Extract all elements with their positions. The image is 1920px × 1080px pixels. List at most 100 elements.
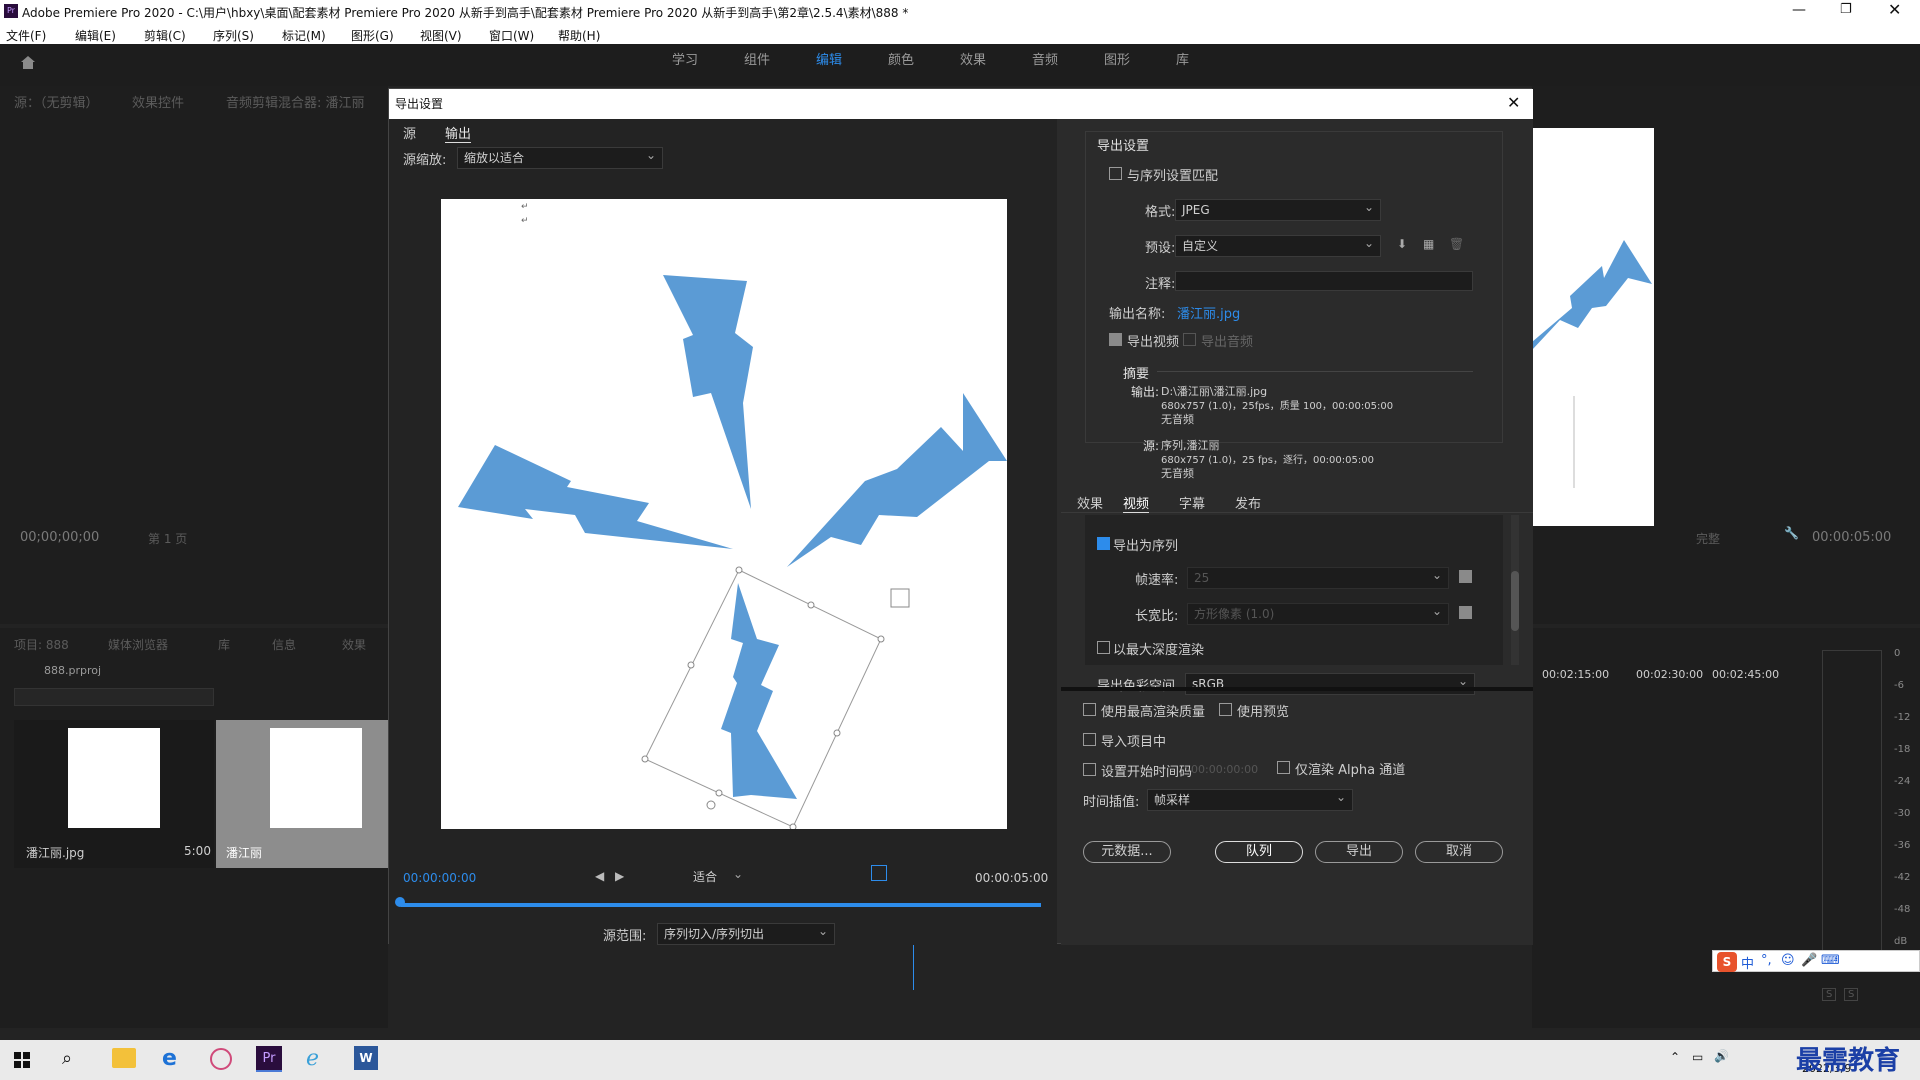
premiere-taskbar-icon[interactable]: Pr (256, 1046, 282, 1072)
export-button[interactable]: 导出 (1315, 841, 1403, 863)
workspace-tab-3[interactable]: 颜色 (888, 44, 914, 86)
comment-input[interactable] (1175, 271, 1473, 291)
fit-select[interactable]: 适合 (687, 864, 749, 889)
project-tab-1[interactable]: 媒体浏览器 (108, 636, 168, 653)
set-start-tc-checkbox[interactable] (1083, 763, 1096, 776)
menu-item-1[interactable]: 编辑(E) (75, 27, 116, 44)
workspace-tab-7[interactable]: 库 (1176, 44, 1189, 86)
playhead-timecode[interactable]: 00:00:00:00 (403, 871, 476, 885)
export-audio-checkbox[interactable] (1183, 333, 1196, 346)
tab-captions[interactable]: 字幕 (1179, 493, 1205, 512)
alpha-only-checkbox[interactable] (1277, 761, 1290, 774)
search-icon[interactable]: ⌕ (62, 1048, 72, 1069)
import-project-checkbox[interactable] (1083, 733, 1096, 746)
tray-up-icon[interactable]: ⌃ (1670, 1050, 1680, 1064)
export-as-sequence-checkbox[interactable] (1097, 537, 1110, 550)
source-scale-select[interactable]: 缩放以适合 (457, 145, 663, 169)
output-name-link[interactable]: 潘江丽.jpg (1177, 303, 1240, 322)
tab-video[interactable]: 视频 (1123, 493, 1150, 513)
scrub-start-handle[interactable] (395, 897, 405, 907)
aspect-checkbox[interactable] (1459, 606, 1472, 619)
export-settings-header[interactable]: 导出设置 (1097, 135, 1149, 154)
crop-icon[interactable] (871, 865, 887, 881)
menu-item-8[interactable]: 帮助(H) (558, 27, 600, 44)
preset-select[interactable]: 自定义 (1175, 233, 1381, 257)
dialog-close-button[interactable]: ✕ (1507, 93, 1520, 112)
use-previews-checkbox[interactable] (1219, 703, 1232, 716)
workspace-tab-0[interactable]: 学习 (672, 44, 698, 86)
delete-preset-icon[interactable]: 🗑 (1449, 237, 1464, 251)
menu-item-0[interactable]: 文件(F) (6, 27, 46, 44)
ime-item-0[interactable]: 中 (1741, 953, 1754, 972)
minimize-button[interactable]: — (1792, 2, 1806, 18)
max-quality-checkbox[interactable] (1083, 703, 1096, 716)
mark-in-icon[interactable]: ◀ (595, 869, 604, 883)
paint-app-icon[interactable] (210, 1048, 232, 1070)
edge-icon[interactable]: e (162, 1046, 177, 1071)
menu-item-4[interactable]: 标记(M) (282, 27, 326, 44)
quality-select[interactable]: 完整 (1696, 530, 1720, 547)
aspect-select[interactable]: 方形像素 (1.0) (1187, 601, 1449, 625)
project-item-1[interactable]: 潘江丽.jpg 5:00 (14, 720, 214, 868)
audio-mixer-tab[interactable]: 音频剪辑混合器: 潘江丽 (226, 92, 365, 111)
project-tab-2[interactable]: 库 (218, 636, 230, 653)
tab-source[interactable]: 源 (403, 123, 416, 142)
project-search-input[interactable] (14, 688, 214, 706)
max-depth-checkbox[interactable] (1097, 641, 1110, 654)
meter-solo-button[interactable]: S (1844, 988, 1859, 1001)
workspace-tab-5[interactable]: 音频 (1032, 44, 1058, 86)
ime-item-2[interactable]: ☺ (1781, 953, 1795, 968)
word-icon[interactable]: W (354, 1046, 378, 1070)
network-icon[interactable]: ▭ (1692, 1050, 1703, 1064)
source-tab[interactable]: 源：（无剪辑） (14, 92, 99, 111)
project-item-2[interactable]: 潘江丽 (216, 720, 388, 868)
interp-select[interactable]: 帧采样 (1147, 787, 1353, 811)
meter-solo-button[interactable]: S (1822, 988, 1837, 1001)
source-timecode[interactable]: 00;00;00;00 (20, 530, 99, 545)
framerate-checkbox[interactable] (1459, 570, 1472, 583)
workspace-tab-1[interactable]: 组件 (744, 44, 770, 86)
menu-item-2[interactable]: 剪辑(C) (144, 27, 186, 44)
effect-controls-tab[interactable]: 效果控件 (132, 92, 184, 111)
tab-effects[interactable]: 效果 (1077, 493, 1103, 512)
workspace-tab-6[interactable]: 图形 (1104, 44, 1130, 86)
project-tab-0[interactable]: 项目: 888 (14, 636, 69, 653)
ime-item-3[interactable]: 🎤 (1801, 953, 1817, 968)
cancel-button[interactable]: 取消 (1415, 841, 1503, 863)
workspace-tab-2[interactable]: 编辑 (816, 44, 842, 86)
ie-icon[interactable]: ℯ (306, 1046, 319, 1071)
tab-output[interactable]: 输出 (445, 123, 472, 143)
menu-item-6[interactable]: 视图(V) (420, 27, 462, 44)
format-select[interactable]: JPEG (1175, 197, 1381, 221)
workspace-tab-4[interactable]: 效果 (960, 44, 986, 86)
page-select[interactable]: 第 1 页 (148, 530, 187, 547)
match-sequence-checkbox[interactable] (1109, 167, 1122, 180)
mark-out-icon[interactable]: ▶ (615, 869, 624, 883)
program-timecode[interactable]: 00:00:05:00 (1812, 530, 1891, 545)
file-explorer-icon[interactable] (112, 1048, 136, 1068)
restore-button[interactable]: ❐ (1840, 2, 1852, 17)
project-tab-3[interactable]: 信息 (272, 636, 296, 653)
menu-item-5[interactable]: 图形(G) (351, 27, 394, 44)
ime-item-4[interactable]: ⌨ (1821, 953, 1840, 968)
volume-icon[interactable]: 🔊 (1714, 1049, 1729, 1063)
windows-start-icon[interactable] (14, 1052, 30, 1068)
tab-publish[interactable]: 发布 (1235, 493, 1261, 512)
project-tab-4[interactable]: 效果 (342, 636, 366, 653)
framerate-select[interactable]: 25 (1187, 565, 1449, 589)
timeline-playhead[interactable] (913, 945, 914, 990)
start-tc-value[interactable]: 00:00:00:00 (1191, 763, 1258, 776)
metadata-button[interactable]: 元数据... (1083, 841, 1171, 863)
menu-item-7[interactable]: 窗口(W) (489, 27, 534, 44)
source-range-select[interactable]: 序列切入/序列切出 (657, 921, 835, 945)
colorspace-select[interactable]: sRGB (1185, 671, 1475, 695)
menu-item-3[interactable]: 序列(S) (213, 27, 254, 44)
export-video-checkbox[interactable] (1109, 333, 1122, 346)
scrub-bar[interactable] (401, 903, 1041, 907)
scrollbar-thumb[interactable] (1511, 571, 1519, 631)
queue-button[interactable]: 队列 (1215, 841, 1303, 863)
close-window-button[interactable]: ✕ (1888, 0, 1901, 19)
ime-item-1[interactable]: °, (1761, 953, 1772, 968)
save-preset-icon[interactable]: ⬇ (1397, 237, 1407, 251)
summary-header[interactable]: 摘要 (1123, 363, 1149, 382)
